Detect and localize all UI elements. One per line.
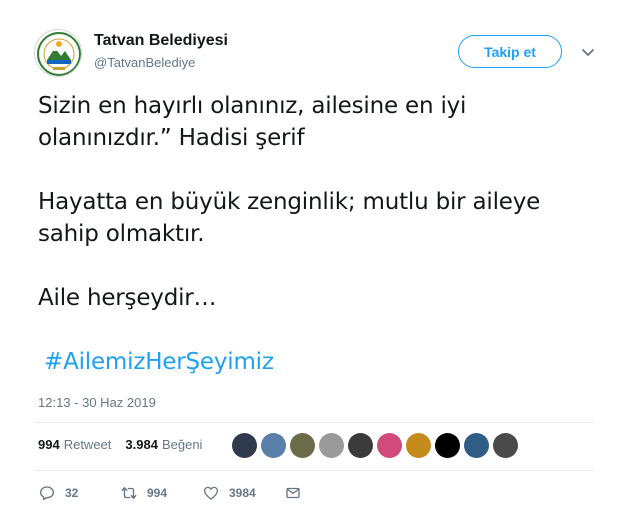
- tweet-actions: 32 994 3984: [38, 484, 302, 502]
- likes-stat-count: 3.984: [125, 437, 158, 452]
- reply-icon: [39, 486, 55, 501]
- liker-avatar-2[interactable]: [261, 433, 286, 458]
- chevron-down-icon: [582, 49, 594, 56]
- retweet-count: 994: [147, 486, 168, 500]
- liker-avatar-3[interactable]: [290, 433, 315, 458]
- like-count: 3984: [229, 486, 256, 500]
- hashtag-link[interactable]: #AilemizHerŞeyimiz: [44, 346, 274, 378]
- reply-button[interactable]: 32: [38, 484, 120, 502]
- like-button[interactable]: 3984: [202, 484, 284, 502]
- direct-message-button[interactable]: [284, 484, 302, 502]
- retweet-button[interactable]: 994: [120, 484, 202, 502]
- likes-stat-label: Beğeni: [161, 437, 203, 452]
- envelope-icon: [286, 487, 300, 499]
- account-avatar[interactable]: [34, 29, 82, 77]
- retweets-stat[interactable]: 994 Retweet: [38, 437, 111, 452]
- liker-avatars: [232, 433, 518, 458]
- likes-stat[interactable]: 3.984 Beğeni: [125, 437, 202, 452]
- heart-icon: [203, 486, 219, 500]
- retweets-stat-count: 994: [38, 437, 60, 452]
- liker-avatar-1[interactable]: [232, 433, 257, 458]
- account-name[interactable]: Tatvan Belediyesi: [94, 32, 228, 50]
- tweet-text: Sizin en hayırlı olanınız, ailesine en i…: [38, 93, 541, 311]
- reply-count: 32: [65, 486, 79, 500]
- tweet-stats: 994 Retweet 3.984 Beğeni: [38, 437, 202, 452]
- account-handle[interactable]: @TatvanBelediye: [94, 55, 195, 70]
- liker-avatar-9[interactable]: [464, 433, 489, 458]
- tweet-menu-button[interactable]: [580, 44, 596, 60]
- liker-avatar-6[interactable]: [377, 433, 402, 458]
- liker-avatar-10[interactable]: [493, 433, 518, 458]
- follow-button[interactable]: Takip et: [458, 35, 562, 68]
- tweet-timestamp[interactable]: 12:13 - 30 Haz 2019: [38, 395, 156, 410]
- divider: [34, 422, 594, 423]
- liker-avatar-7[interactable]: [406, 433, 431, 458]
- retweets-stat-label: Retweet: [63, 437, 112, 452]
- municipality-logo-icon: [37, 32, 81, 76]
- liker-avatar-4[interactable]: [319, 433, 344, 458]
- divider: [34, 470, 594, 471]
- liker-avatar-8[interactable]: [435, 433, 460, 458]
- liker-avatar-5[interactable]: [348, 433, 373, 458]
- retweet-icon: [121, 487, 137, 499]
